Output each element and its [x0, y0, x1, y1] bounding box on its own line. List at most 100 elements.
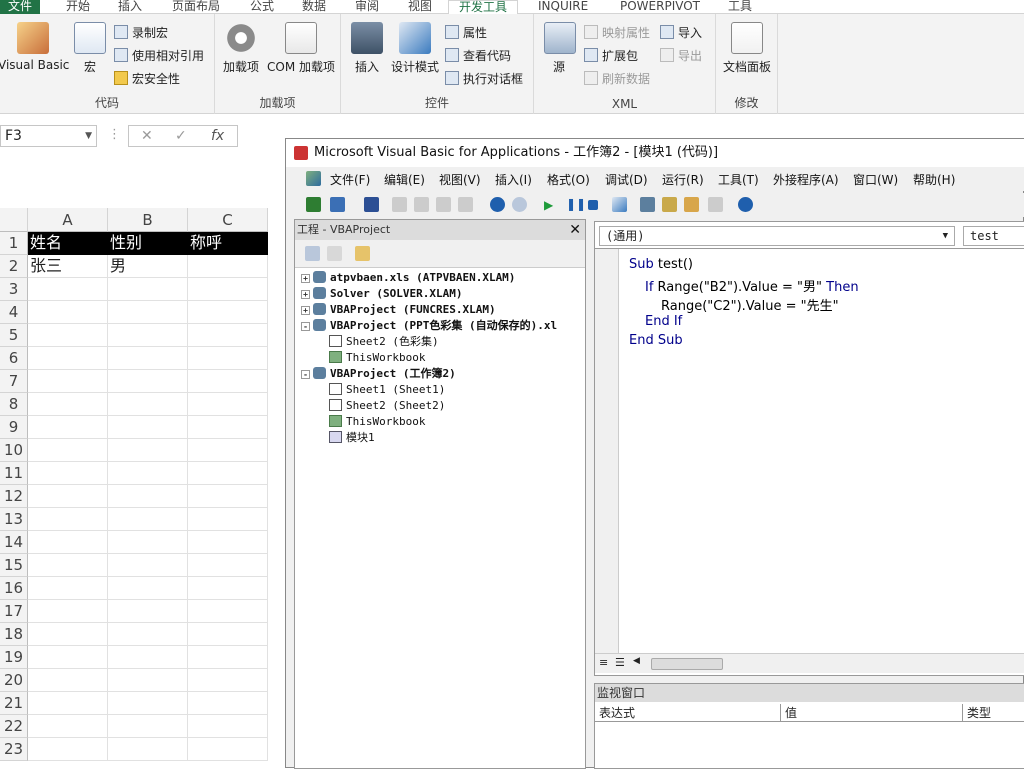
- cell-C5[interactable]: [188, 324, 268, 347]
- tab-4[interactable]: 公式: [250, 0, 274, 14]
- cell-C3[interactable]: [188, 278, 268, 301]
- vba-menu-item-4[interactable]: 格式(O): [547, 171, 590, 188]
- help-icon[interactable]: [738, 197, 753, 212]
- cell-B19[interactable]: [108, 646, 188, 669]
- cell-A18[interactable]: [28, 623, 108, 646]
- close-icon[interactable]: ✕: [569, 220, 581, 240]
- tab-7[interactable]: 视图: [408, 0, 432, 14]
- cell-A7[interactable]: [28, 370, 108, 393]
- tree-node[interactable]: ThisWorkbook: [329, 414, 425, 430]
- cell-C23[interactable]: [188, 738, 268, 761]
- com-addins-button[interactable]: COM 加载项: [265, 22, 337, 75]
- cell-A14[interactable]: [28, 531, 108, 554]
- cell-A4[interactable]: [28, 301, 108, 324]
- cell-B20[interactable]: [108, 669, 188, 692]
- copy-icon[interactable]: [414, 197, 429, 212]
- tab-10[interactable]: POWERPIVOT: [620, 0, 700, 14]
- macro-security-button[interactable]: 宏安全性: [114, 70, 180, 88]
- row-header-21[interactable]: 21: [0, 692, 28, 715]
- object-dropdown[interactable]: (通用) ▼: [599, 226, 955, 246]
- watch-col-type[interactable]: 类型: [963, 704, 1024, 722]
- vba-menu-item-10[interactable]: 帮助(H): [913, 171, 955, 188]
- row-header-11[interactable]: 11: [0, 462, 28, 485]
- tab-5[interactable]: 数据: [302, 0, 326, 14]
- tab-2[interactable]: 插入: [118, 0, 142, 14]
- vba-menu-item-3[interactable]: 插入(I): [495, 171, 532, 188]
- cell-B13[interactable]: [108, 508, 188, 531]
- row-header-15[interactable]: 15: [0, 554, 28, 577]
- save-icon[interactable]: [364, 197, 379, 212]
- cell-B1[interactable]: 性别: [108, 232, 188, 255]
- tab-0[interactable]: 文件: [0, 0, 41, 14]
- cell-B16[interactable]: [108, 577, 188, 600]
- cell-B5[interactable]: [108, 324, 188, 347]
- design-mode-icon[interactable]: [612, 197, 627, 212]
- row-header-20[interactable]: 20: [0, 669, 28, 692]
- tree-node[interactable]: - VBAProject (PPT色彩集 (自动保存的).xl: [301, 318, 557, 334]
- row-header-12[interactable]: 12: [0, 485, 28, 508]
- tree-node[interactable]: + atpvbaen.xls (ATPVBAEN.XLAM): [301, 270, 515, 286]
- cell-A8[interactable]: [28, 393, 108, 416]
- paste-icon[interactable]: [436, 197, 451, 212]
- cell-A19[interactable]: [28, 646, 108, 669]
- row-header-5[interactable]: 5: [0, 324, 28, 347]
- cell-B8[interactable]: [108, 393, 188, 416]
- cell-B10[interactable]: [108, 439, 188, 462]
- record-macro-button[interactable]: 录制宏: [114, 24, 168, 42]
- cell-C14[interactable]: [188, 531, 268, 554]
- macros-button[interactable]: 宏: [72, 22, 108, 75]
- row-header-3[interactable]: 3: [0, 278, 28, 301]
- cell-C6[interactable]: [188, 347, 268, 370]
- insert-userform-icon[interactable]: [330, 197, 345, 212]
- expand-icon[interactable]: +: [301, 274, 310, 283]
- cell-A20[interactable]: [28, 669, 108, 692]
- select-all-corner[interactable]: [0, 208, 28, 232]
- cell-C21[interactable]: [188, 692, 268, 715]
- cell-A15[interactable]: [28, 554, 108, 577]
- cell-B18[interactable]: [108, 623, 188, 646]
- watch-col-value[interactable]: 值: [781, 704, 963, 722]
- tree-node[interactable]: Sheet2 (Sheet2): [329, 398, 445, 414]
- xml-source-button[interactable]: 源: [544, 22, 576, 75]
- vba-menu-item-7[interactable]: 工具(T): [718, 171, 759, 188]
- cell-A5[interactable]: [28, 324, 108, 347]
- code-editor[interactable]: Sub test() If Range("B2").Value = "男" The…: [595, 248, 1024, 654]
- cell-C16[interactable]: [188, 577, 268, 600]
- tree-node[interactable]: Sheet1 (Sheet1): [329, 382, 445, 398]
- cell-B22[interactable]: [108, 715, 188, 738]
- cell-C12[interactable]: [188, 485, 268, 508]
- cell-A3[interactable]: [28, 278, 108, 301]
- cell-A6[interactable]: [28, 347, 108, 370]
- break-icon[interactable]: ❚❚: [566, 197, 586, 211]
- row-header-7[interactable]: 7: [0, 370, 28, 393]
- insert-function-icon[interactable]: fx: [211, 128, 224, 144]
- row-header-16[interactable]: 16: [0, 577, 28, 600]
- procedure-view-icon[interactable]: ≡: [599, 656, 608, 669]
- import-button[interactable]: 导入: [660, 24, 702, 42]
- expand-icon[interactable]: +: [301, 306, 310, 315]
- view-code-icon[interactable]: [305, 246, 320, 261]
- cell-A13[interactable]: [28, 508, 108, 531]
- toggle-folders-icon[interactable]: [355, 246, 370, 261]
- row-header-4[interactable]: 4: [0, 301, 28, 324]
- vba-menu-item-2[interactable]: 视图(V): [439, 171, 481, 188]
- run-icon[interactable]: ▶: [544, 198, 553, 212]
- vba-menu-item-0[interactable]: 文件(F): [330, 171, 370, 188]
- tab-8[interactable]: 开发工具: [448, 0, 519, 14]
- tree-node[interactable]: - VBAProject (工作簿2): [301, 366, 456, 382]
- row-header-8[interactable]: 8: [0, 393, 28, 416]
- cell-B14[interactable]: [108, 531, 188, 554]
- vba-menu-item-6[interactable]: 运行(R): [662, 171, 704, 188]
- cell-C22[interactable]: [188, 715, 268, 738]
- collapse-icon[interactable]: -: [301, 322, 310, 331]
- cell-B12[interactable]: [108, 485, 188, 508]
- row-header-2[interactable]: 2: [0, 255, 28, 278]
- properties-button[interactable]: 属性: [445, 24, 487, 42]
- tab-3[interactable]: 页面布局: [172, 0, 220, 14]
- cell-B4[interactable]: [108, 301, 188, 324]
- cell-B23[interactable]: [108, 738, 188, 761]
- cell-C8[interactable]: [188, 393, 268, 416]
- tree-node[interactable]: 模块1: [329, 430, 375, 446]
- scroll-left-icon[interactable]: ◀: [633, 656, 640, 666]
- procedure-dropdown[interactable]: test: [963, 226, 1024, 246]
